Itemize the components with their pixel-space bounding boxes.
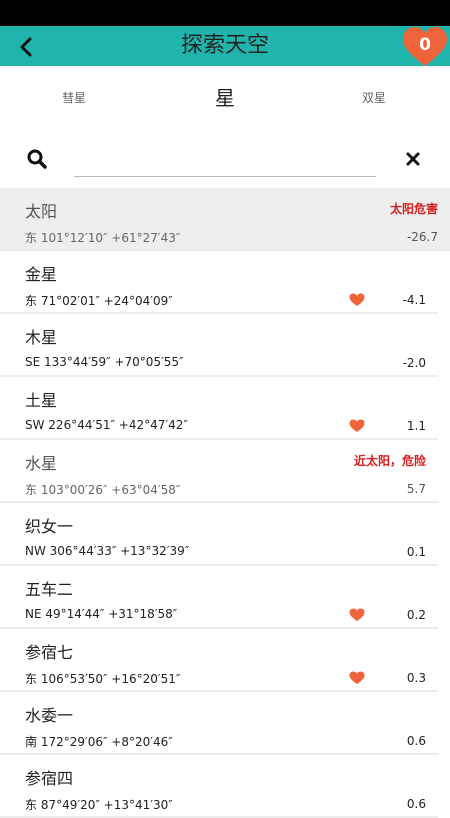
object-name: 参宿四 [25, 769, 74, 788]
object-name: 五车二 [25, 580, 74, 599]
list-item[interactable]: 参宿四 东 87°49′20″ +13°41′30″ 0.6 [0, 755, 438, 818]
object-coordinates: 东 106°53′50″ +16°20′51″ [25, 672, 181, 686]
list-item[interactable]: 太阳 太阳危害 东 101°12′10″ +61°27′43″ -26.7 [0, 188, 450, 251]
search-icon[interactable] [26, 148, 48, 170]
tab-comets[interactable]: 彗星 [62, 66, 86, 130]
object-magnitude: 0.6 [406, 797, 426, 811]
object-coordinates: 东 87°49′20″ +13°41′30″ [25, 798, 173, 812]
heart-icon[interactable] [349, 671, 365, 685]
favorites-button[interactable]: 0 [401, 26, 449, 70]
app-bar: 探索天空 0 [0, 26, 450, 66]
object-coordinates: SE 133°44′59″ +70°05′55″ [25, 355, 184, 369]
tab-stars[interactable]: 星 [215, 66, 235, 130]
object-name: 木星 [25, 328, 58, 347]
object-magnitude: -4.1 [402, 293, 426, 307]
warning-label: 太阳危害 [389, 202, 438, 216]
object-magnitude: 0.6 [406, 734, 426, 748]
list-item[interactable]: 织女一 NW 306°44′33″ +13°32′39″ 0.1 [0, 503, 438, 566]
search-bar [0, 130, 450, 186]
object-name: 土星 [25, 391, 58, 410]
object-name: 参宿七 [25, 643, 74, 662]
page-title: 探索天空 [180, 33, 269, 58]
tab-double-stars[interactable]: 双星 [362, 66, 386, 130]
close-icon[interactable] [402, 148, 424, 170]
object-coordinates: 南 172°29′06″ +8°20′46″ [25, 735, 173, 749]
object-coordinates: 东 101°12′10″ +61°27′43″ [25, 231, 181, 245]
heart-icon[interactable] [349, 608, 365, 622]
heart-icon[interactable] [349, 419, 365, 433]
favorites-count: 0 [419, 35, 431, 55]
object-list: 太阳 太阳危害 东 101°12′10″ +61°27′43″ -26.7 金星… [0, 188, 450, 818]
list-item[interactable]: 木星 SE 133°44′59″ +70°05′55″ -2.0 [0, 314, 438, 377]
list-item[interactable]: 土星 SW 226°44′51″ +42°47′42″ 1.1 [0, 377, 438, 440]
object-magnitude: 0.1 [406, 545, 426, 559]
object-coordinates: SW 226°44′51″ +42°47′42″ [25, 418, 188, 432]
object-magnitude: -2.0 [402, 356, 426, 370]
list-item[interactable]: 水委一 南 172°29′06″ +8°20′46″ 0.6 [0, 692, 438, 755]
object-coordinates: NE 49°14′44″ +31°18′58″ [25, 607, 178, 621]
object-magnitude: 1.1 [406, 419, 426, 433]
list-item[interactable]: 五车二 NE 49°14′44″ +31°18′58″ 0.2 [0, 566, 438, 629]
warning-label: 近太阳，危险 [353, 454, 426, 468]
object-name: 太阳 [25, 202, 58, 221]
object-coordinates: 东 71°02′01″ +24°04′09″ [25, 294, 173, 308]
list-item[interactable]: 参宿七 东 106°53′50″ +16°20′51″ 0.3 [0, 629, 438, 692]
heart-icon[interactable] [349, 293, 365, 307]
object-magnitude: 0.3 [406, 671, 426, 685]
object-magnitude: 5.7 [406, 482, 426, 496]
list-item[interactable]: 水星 近太阳，危险 东 103°00′26″ +63°04′58″ 5.7 [0, 440, 438, 503]
object-name: 水委一 [25, 706, 74, 725]
list-item[interactable]: 金星 东 71°02′01″ +24°04′09″ -4.1 [0, 251, 438, 314]
object-coordinates: 东 103°00′26″ +63°04′58″ [25, 483, 181, 497]
object-magnitude: 0.2 [406, 608, 426, 622]
category-tabs: 彗星 星 双星 [0, 66, 450, 130]
search-input[interactable] [74, 142, 376, 177]
object-name: 金星 [25, 265, 58, 284]
object-name: 水星 [25, 454, 58, 473]
object-coordinates: NW 306°44′33″ +13°32′39″ [25, 544, 190, 558]
object-magnitude: -26.7 [406, 230, 438, 244]
status-bar [0, 0, 450, 26]
object-name: 织女一 [25, 517, 74, 536]
